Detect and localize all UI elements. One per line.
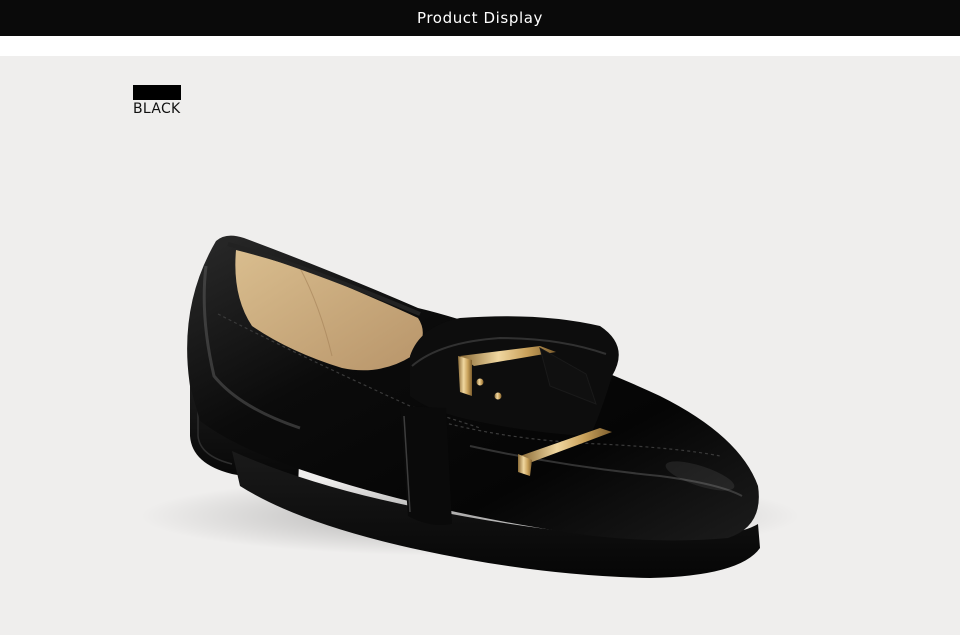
rivet [476, 378, 484, 386]
header-bar: Product Display [0, 0, 960, 36]
page-title: Product Display [416, 9, 543, 27]
header-spacer [0, 36, 960, 56]
product-photo-panel: BLACK [0, 56, 960, 635]
rivet [494, 392, 502, 400]
product-image [140, 235, 800, 578]
